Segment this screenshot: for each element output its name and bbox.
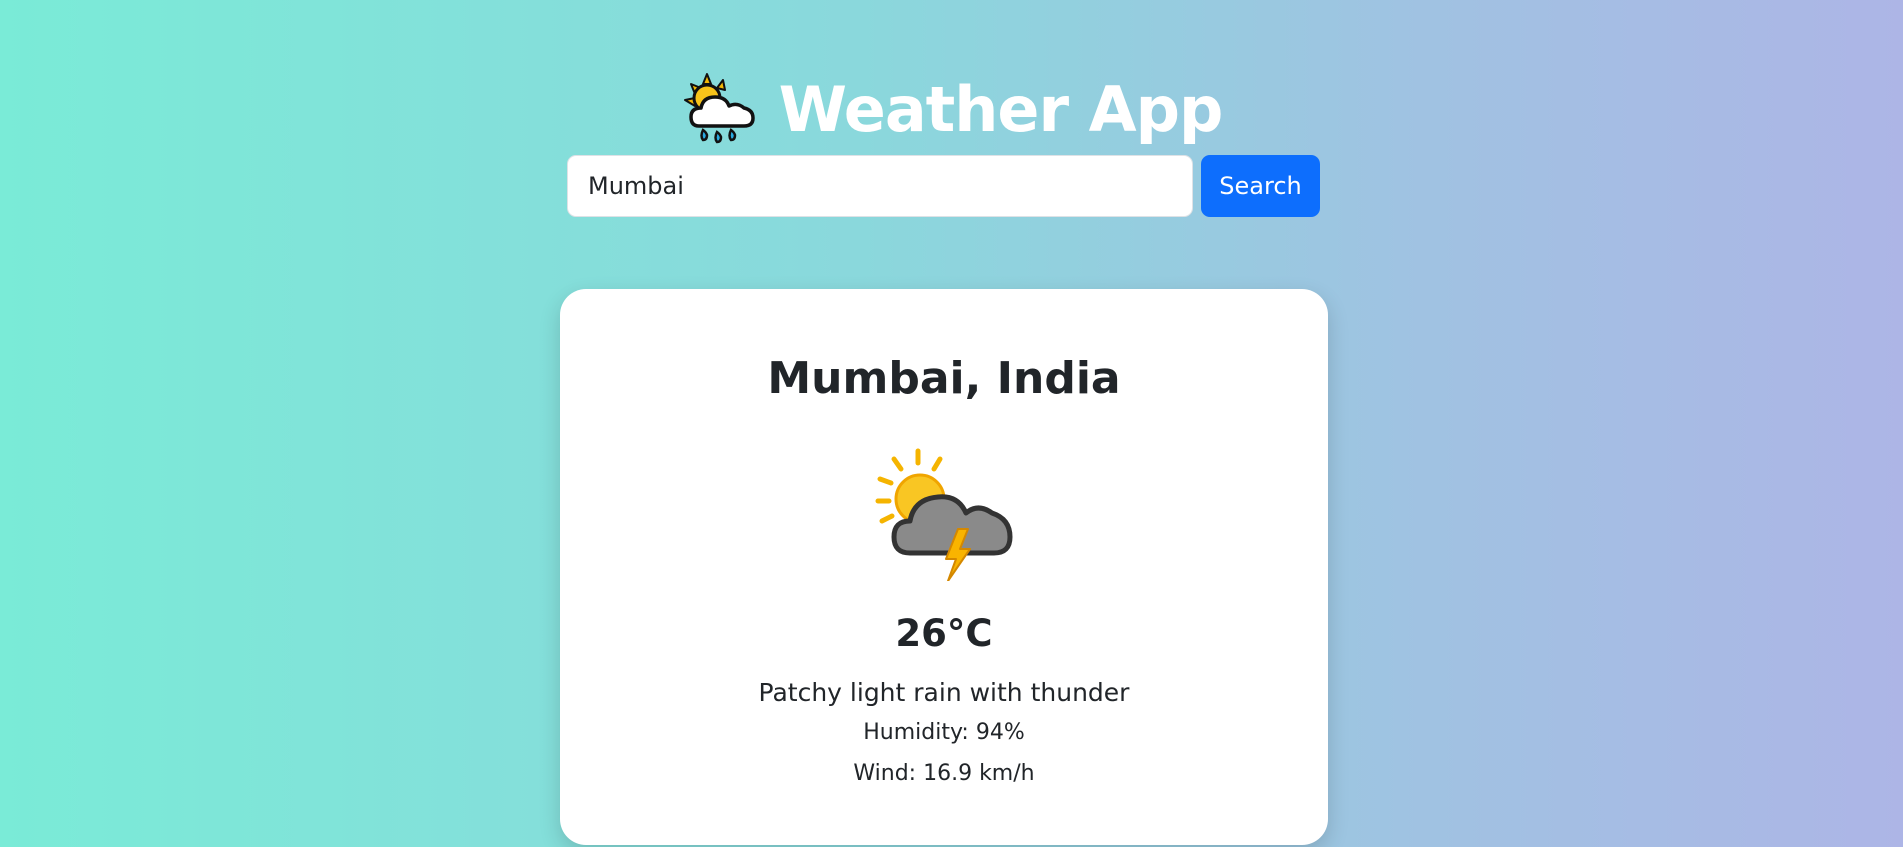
city-search-input[interactable] <box>567 155 1193 217</box>
weather-card: Mumbai, India 26°C Patchy light rain wit… <box>560 289 1328 845</box>
humidity-text: Humidity: 94% <box>863 720 1025 745</box>
location-title: Mumbai, India <box>767 353 1121 404</box>
sun-behind-rain-cloud-icon <box>683 73 755 144</box>
app-title: Weather App <box>778 73 1224 146</box>
app-header: Weather App <box>0 70 1903 150</box>
sun-cloud-lightning-icon <box>875 448 1013 581</box>
temperature: 26°C <box>895 612 993 655</box>
condition-text: Patchy light rain with thunder <box>758 678 1130 707</box>
search-bar: Search <box>567 155 1320 217</box>
wind-text: Wind: 16.9 km/h <box>853 761 1035 786</box>
search-button[interactable]: Search <box>1201 155 1320 217</box>
